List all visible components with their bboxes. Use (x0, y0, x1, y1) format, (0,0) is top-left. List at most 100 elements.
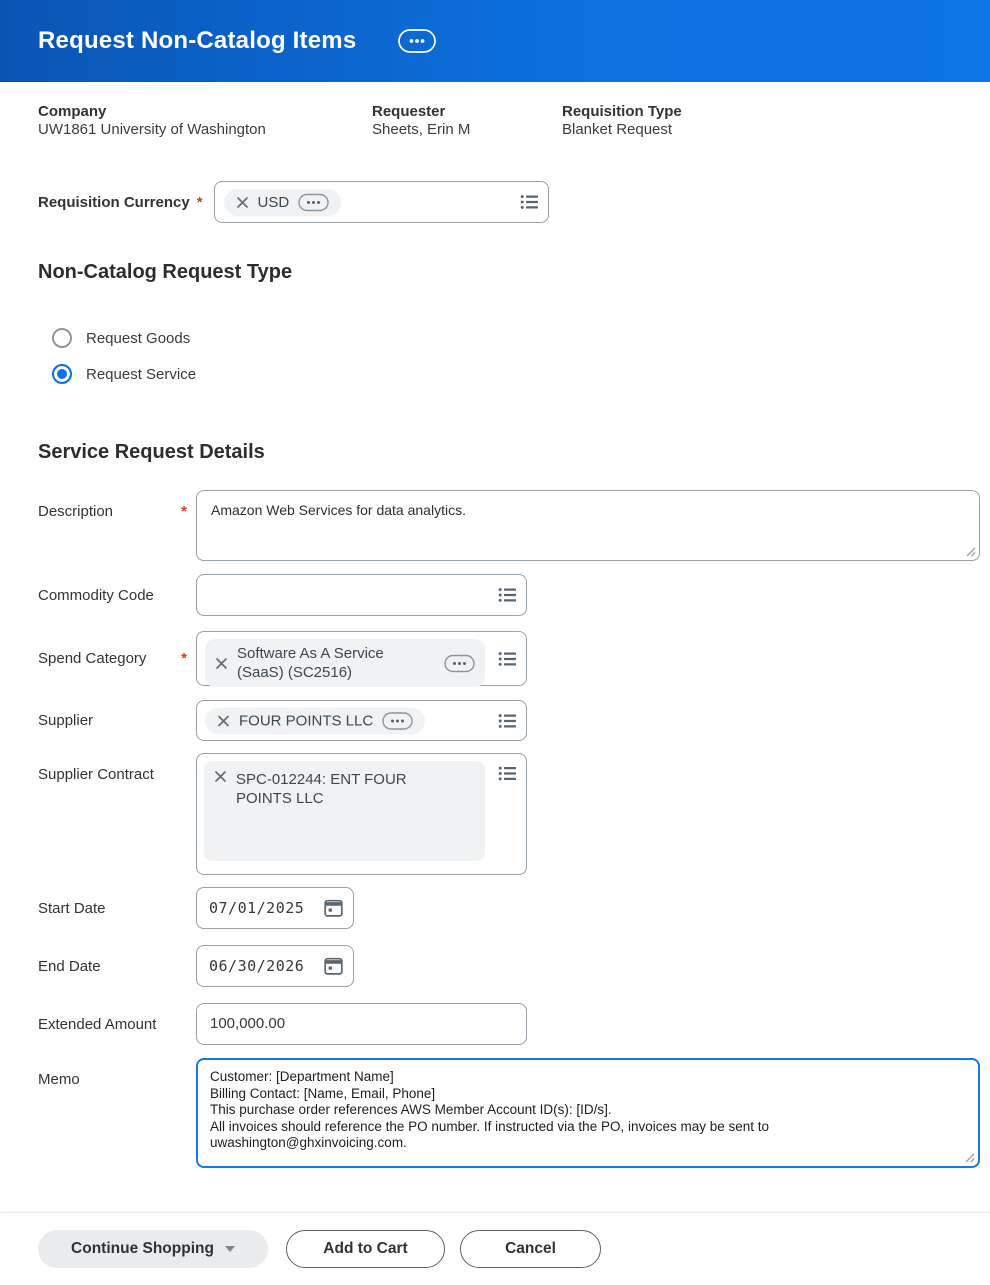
supplier-pill-label: FOUR POINTS LLC (239, 712, 373, 729)
commodity-code-prompt-icon[interactable] (498, 586, 517, 605)
spend-category-label: Spend Category (38, 650, 146, 667)
description-label-cell: Description * (38, 490, 196, 561)
supplier-prompt-icon[interactable] (498, 711, 517, 730)
start-date-label: Start Date (38, 900, 106, 917)
memo-field[interactable]: Customer: [Department Name] Billing Cont… (196, 1058, 980, 1168)
company-label: Company (38, 103, 372, 120)
currency-more-icon[interactable] (298, 193, 329, 212)
add-to-cart-button[interactable]: Add to Cart (286, 1230, 445, 1268)
description-text[interactable]: Amazon Web Services for data analytics. (197, 491, 979, 560)
remove-spend-category-icon[interactable] (215, 657, 228, 670)
supplier-more-icon[interactable] (382, 711, 413, 730)
resize-handle-icon[interactable] (965, 546, 976, 557)
continue-shopping-label: Continue Shopping (71, 1240, 214, 1258)
radio-request-goods[interactable]: Request Goods (52, 328, 990, 348)
requester-label: Requester (372, 103, 562, 120)
chevron-down-icon (225, 1246, 235, 1252)
supplier-contract-label-cell: Supplier Contract (38, 753, 196, 875)
spend-category-row: Spend Category * Software As A Service (… (38, 631, 990, 686)
request-type-heading: Non-Catalog Request Type (0, 261, 990, 284)
end-date-row: End Date 06/30/2026 (38, 945, 990, 987)
radio-request-goods-label: Request Goods (86, 330, 190, 347)
related-actions-icon[interactable] (398, 29, 436, 53)
resize-handle-icon[interactable] (964, 1152, 975, 1163)
end-date-calendar-icon[interactable] (323, 956, 344, 977)
commodity-code-label-cell: Commodity Code (38, 587, 196, 604)
spend-category-field[interactable]: Software As A Service (SaaS) (SC2516) (196, 631, 527, 686)
cancel-button[interactable]: Cancel (460, 1230, 601, 1268)
company-summary: Company UW1861 University of Washington (38, 103, 372, 138)
start-date-row: Start Date 07/01/2025 (38, 887, 990, 929)
required-marker: * (181, 503, 196, 561)
spend-category-more-icon[interactable] (444, 654, 475, 673)
supplier-contract-row: Supplier Contract SPC-012244: ENT FOUR P… (38, 753, 990, 875)
extended-amount-label-cell: Extended Amount (38, 1016, 196, 1033)
radio-request-service-label: Request Service (86, 366, 196, 383)
supplier-contract-label: Supplier Contract (38, 766, 154, 875)
start-date-label-cell: Start Date (38, 900, 196, 917)
currency-prompt-icon[interactable] (520, 193, 539, 212)
remove-supplier-contract-icon[interactable] (214, 770, 227, 783)
currency-pill-label: USD (258, 194, 290, 211)
commodity-code-label: Commodity Code (38, 587, 154, 604)
end-date-label: End Date (38, 958, 101, 975)
currency-pill: USD (224, 189, 342, 216)
requester-value: Sheets, Erin M (372, 121, 562, 138)
supplier-contract-pill: SPC-012244: ENT FOUR POINTS LLC (204, 761, 485, 861)
memo-row: Memo Customer: [Department Name] Billing… (38, 1058, 990, 1168)
requisition-currency-row: Requisition Currency * USD (0, 181, 990, 223)
commodity-code-row: Commodity Code (38, 574, 990, 616)
extended-amount-row: Extended Amount 100,000.00 (38, 1003, 990, 1045)
request-type-radio-group: Request Goods Request Service (0, 328, 990, 384)
action-footer: Continue Shopping Add to Cart Cancel (0, 1212, 990, 1285)
supplier-label-cell: Supplier (38, 712, 196, 729)
continue-shopping-button[interactable]: Continue Shopping (38, 1230, 268, 1268)
supplier-contract-pill-label: SPC-012244: ENT FOUR POINTS LLC (236, 770, 461, 808)
description-row: Description * Amazon Web Services for da… (38, 490, 990, 561)
page-title: Request Non-Catalog Items (38, 27, 356, 55)
requisition-type-summary: Requisition Type Blanket Request (562, 103, 682, 138)
extended-amount-field[interactable]: 100,000.00 (196, 1003, 527, 1045)
spend-category-pill-label: Software As A Service (SaaS) (SC2516) (237, 644, 405, 682)
spend-category-prompt-icon[interactable] (498, 649, 517, 668)
supplier-row: Supplier FOUR POINTS LLC (38, 700, 990, 741)
supplier-pill: FOUR POINTS LLC (205, 707, 425, 734)
end-date-value[interactable]: 06/30/2026 (197, 957, 304, 975)
supplier-contract-prompt-icon[interactable] (498, 764, 517, 783)
company-value: UW1861 University of Washington (38, 121, 372, 138)
service-details-heading: Service Request Details (0, 441, 990, 464)
radio-request-service-circle[interactable] (52, 364, 72, 384)
requisition-currency-field[interactable]: USD (214, 181, 549, 223)
radio-request-goods-circle[interactable] (52, 328, 72, 348)
required-marker: * (197, 194, 203, 211)
start-date-value[interactable]: 07/01/2025 (197, 899, 304, 917)
end-date-field[interactable]: 06/30/2026 (196, 945, 354, 987)
extended-amount-value[interactable]: 100,000.00 (197, 1004, 526, 1044)
page-header: Request Non-Catalog Items (0, 0, 990, 82)
radio-request-service[interactable]: Request Service (52, 364, 990, 384)
supplier-contract-field[interactable]: SPC-012244: ENT FOUR POINTS LLC (196, 753, 527, 875)
memo-label: Memo (38, 1071, 80, 1168)
spend-category-pill: Software As A Service (SaaS) (SC2516) (205, 639, 485, 687)
requisition-type-label: Requisition Type (562, 103, 682, 120)
request-non-catalog-items-page: Request Non-Catalog Items Company UW1861… (0, 0, 990, 1285)
requester-summary: Requester Sheets, Erin M (372, 103, 562, 138)
spend-category-label-cell: Spend Category * (38, 650, 196, 667)
requisition-summary: Company UW1861 University of Washington … (0, 103, 990, 138)
requisition-currency-label: Requisition Currency (38, 194, 190, 211)
extended-amount-label: Extended Amount (38, 1016, 156, 1033)
description-field[interactable]: Amazon Web Services for data analytics. (196, 490, 980, 561)
service-request-form: Description * Amazon Web Services for da… (0, 490, 990, 1168)
end-date-label-cell: End Date (38, 958, 196, 975)
start-date-calendar-icon[interactable] (323, 898, 344, 919)
commodity-code-field[interactable] (196, 574, 527, 616)
remove-currency-icon[interactable] (236, 196, 249, 209)
add-to-cart-label: Add to Cart (323, 1240, 407, 1258)
cancel-label: Cancel (505, 1240, 556, 1258)
supplier-field[interactable]: FOUR POINTS LLC (196, 700, 527, 741)
start-date-field[interactable]: 07/01/2025 (196, 887, 354, 929)
supplier-label: Supplier (38, 712, 93, 729)
requisition-type-value: Blanket Request (562, 121, 682, 138)
memo-text[interactable]: Customer: [Department Name] Billing Cont… (198, 1060, 978, 1166)
remove-supplier-icon[interactable] (217, 714, 230, 727)
